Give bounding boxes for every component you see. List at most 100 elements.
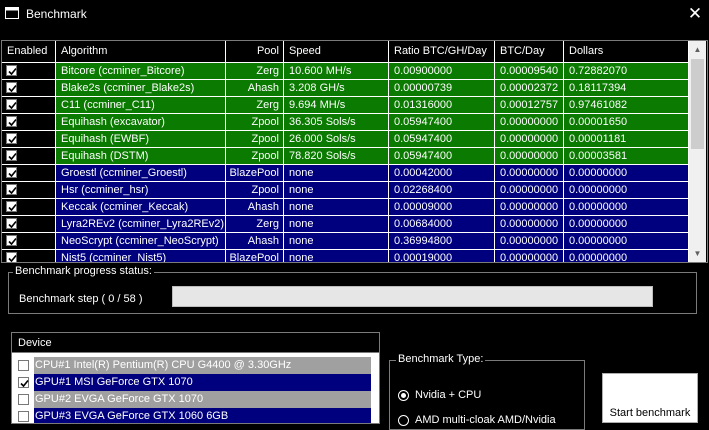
checkbox[interactable] <box>6 235 17 246</box>
cell-dollars: 0.00001181 <box>564 131 689 148</box>
checkbox[interactable] <box>18 411 29 422</box>
cell-pool: Ahash <box>226 80 284 97</box>
cell-enabled <box>2 80 56 97</box>
checkbox[interactable] <box>6 65 17 76</box>
cell-pool: Zpool <box>226 148 284 165</box>
device-list[interactable]: Device CPU#1 Intel(R) Pentium(R) CPU G44… <box>11 332 380 424</box>
cell-algorithm: Keccak (ccminer_Keccak) <box>56 199 226 216</box>
progress-group: Benchmark progress status: Benchmark ste… <box>8 265 697 314</box>
table-row[interactable]: Hsr (ccminer_hsr) Zpool none 0.02268400 0.00… <box>2 182 689 199</box>
cell-btc-day: 0.00012757 <box>495 97 564 114</box>
table-row[interactable]: NeoScrypt (ccminer_NeoScrypt) Ahash none 0.… <box>2 233 689 250</box>
checkbox[interactable] <box>6 218 17 229</box>
check-mark-icon <box>8 186 17 195</box>
column-header-btc-day[interactable]: BTC/Day <box>495 41 564 62</box>
cell-pool: Zpool <box>226 131 284 148</box>
column-header-dollars[interactable]: Dollars <box>564 41 689 62</box>
cell-ratio: 0.01316000 <box>389 97 495 114</box>
checkbox[interactable] <box>6 252 17 262</box>
checkbox[interactable] <box>18 360 29 371</box>
checkbox[interactable] <box>6 82 17 93</box>
cell-algorithm: Lyra2REv2 (ccminer_Lyra2REv2) <box>56 216 226 233</box>
checkbox[interactable] <box>18 377 29 388</box>
table-row[interactable]: Lyra2REv2 (ccminer_Lyra2REv2) Zerg none 0.0… <box>2 216 689 233</box>
check-mark-icon <box>8 135 17 144</box>
cell-algorithm: Groestl (ccminer_Groestl) <box>56 165 226 182</box>
checkbox[interactable] <box>6 201 17 212</box>
cell-enabled <box>2 199 56 216</box>
window-icon <box>5 7 19 19</box>
cell-dollars: 0.00000000 <box>564 165 689 182</box>
radio-label-nvidia-cpu[interactable]: Nvidia + CPU <box>415 389 481 401</box>
cell-algorithm: Equihash (excavator) <box>56 114 226 131</box>
checkbox[interactable] <box>6 133 17 144</box>
table-row[interactable]: Nist5 (ccminer_Nist5) BlazePool none 0.0001… <box>2 250 689 262</box>
cell-enabled <box>2 63 56 80</box>
column-header-speed[interactable]: Speed <box>284 41 389 62</box>
cell-ratio: 0.00009000 <box>389 199 495 216</box>
cell-algorithm: Bitcore (ccminer_Bitcore) <box>56 63 226 80</box>
benchmark-type-label: Benchmark Type: <box>396 353 486 365</box>
scroll-down-icon[interactable]: ▼ <box>689 245 706 262</box>
cell-algorithm: Hsr (ccminer_hsr) <box>56 182 226 199</box>
table-row[interactable]: Equihash (excavator) Zpool 36.305 Sols/s 0.… <box>2 114 689 131</box>
radio-nvidia-cpu[interactable] <box>398 390 409 401</box>
algorithm-table[interactable]: Enabled Algorithm Pool Speed Ratio BTC/G… <box>1 40 708 263</box>
device-item[interactable]: CPU#1 Intel(R) Pentium(R) CPU G4400 @ 3.… <box>12 357 371 374</box>
table-row[interactable]: Equihash (DSTM) Zpool 78.820 Sols/s 0.05947… <box>2 148 689 165</box>
cell-dollars: 0.18117394 <box>564 80 689 97</box>
close-button[interactable]: ✕ <box>684 3 706 25</box>
radio-amd[interactable] <box>398 415 409 426</box>
cell-enabled <box>2 131 56 148</box>
checkbox[interactable] <box>6 116 17 127</box>
device-item[interactable]: GPU#2 EVGA GeForce GTX 1070 <box>12 391 371 408</box>
vertical-scrollbar[interactable]: ▲ ▼ <box>689 41 706 262</box>
cell-enabled <box>2 165 56 182</box>
cell-dollars: 0.72882070 <box>564 63 689 80</box>
cell-speed: none <box>284 199 389 216</box>
device-item[interactable]: GPU#3 EVGA GeForce GTX 1060 6GB <box>12 408 371 423</box>
table-row[interactable]: Blake2s (ccminer_Blake2s) Ahash 3.208 GH/s… <box>2 80 689 97</box>
checkbox[interactable] <box>6 99 17 110</box>
table-row[interactable]: Bitcore (ccminer_Bitcore) Zerg 10.600 MH/s… <box>2 63 689 80</box>
cell-dollars: 0.97461082 <box>564 97 689 114</box>
cell-dollars: 0.00000000 <box>564 233 689 250</box>
check-mark-icon <box>8 169 17 178</box>
column-header-enabled[interactable]: Enabled <box>2 41 56 62</box>
check-mark-icon <box>8 84 17 93</box>
table-row[interactable]: C11 (ccminer_C11) Zerg 9.694 MH/s 0.0131600… <box>2 97 689 114</box>
cell-ratio: 0.00000739 <box>389 80 495 97</box>
cell-speed: none <box>284 165 389 182</box>
table-row[interactable]: Groestl (ccminer_Groestl) BlazePool none 0.… <box>2 165 689 182</box>
table-row[interactable]: Keccak (ccminer_Keccak) Ahash none 0.000090… <box>2 199 689 216</box>
scroll-up-icon[interactable]: ▲ <box>689 41 706 58</box>
check-mark-icon <box>8 101 17 110</box>
checkbox[interactable] <box>6 184 17 195</box>
column-header-pool[interactable]: Pool <box>226 41 284 62</box>
cell-btc-day: 0.00000000 <box>495 131 564 148</box>
checkbox[interactable] <box>6 150 17 161</box>
check-mark-icon <box>8 237 17 246</box>
column-header-algorithm[interactable]: Algorithm <box>56 41 226 62</box>
checkbox[interactable] <box>18 394 29 405</box>
cell-ratio: 0.02268400 <box>389 182 495 199</box>
cell-btc-day: 0.00000000 <box>495 148 564 165</box>
check-mark-icon <box>8 118 17 127</box>
cell-dollars: 0.00000000 <box>564 182 689 199</box>
cell-speed: none <box>284 250 389 262</box>
cell-enabled <box>2 233 56 250</box>
cell-btc-day: 0.00000000 <box>495 165 564 182</box>
scrollbar-thumb[interactable] <box>691 59 704 149</box>
cell-btc-day: 0.00000000 <box>495 233 564 250</box>
cell-pool: Zpool <box>226 114 284 131</box>
cell-pool: Ahash <box>226 199 284 216</box>
table-row[interactable]: Equihash (EWBF) Zpool 26.000 Sols/s 0.05947… <box>2 131 689 148</box>
check-mark-icon <box>8 254 17 262</box>
cell-dollars: 0.00001650 <box>564 114 689 131</box>
device-item[interactable]: GPU#1 MSI GeForce GTX 1070 <box>12 374 371 391</box>
device-column-header[interactable]: Device <box>12 333 379 353</box>
cell-enabled <box>2 216 56 233</box>
checkbox[interactable] <box>6 167 17 178</box>
cell-ratio: 0.05947400 <box>389 114 495 131</box>
column-header-ratio[interactable]: Ratio BTC/GH/Day <box>389 41 495 62</box>
